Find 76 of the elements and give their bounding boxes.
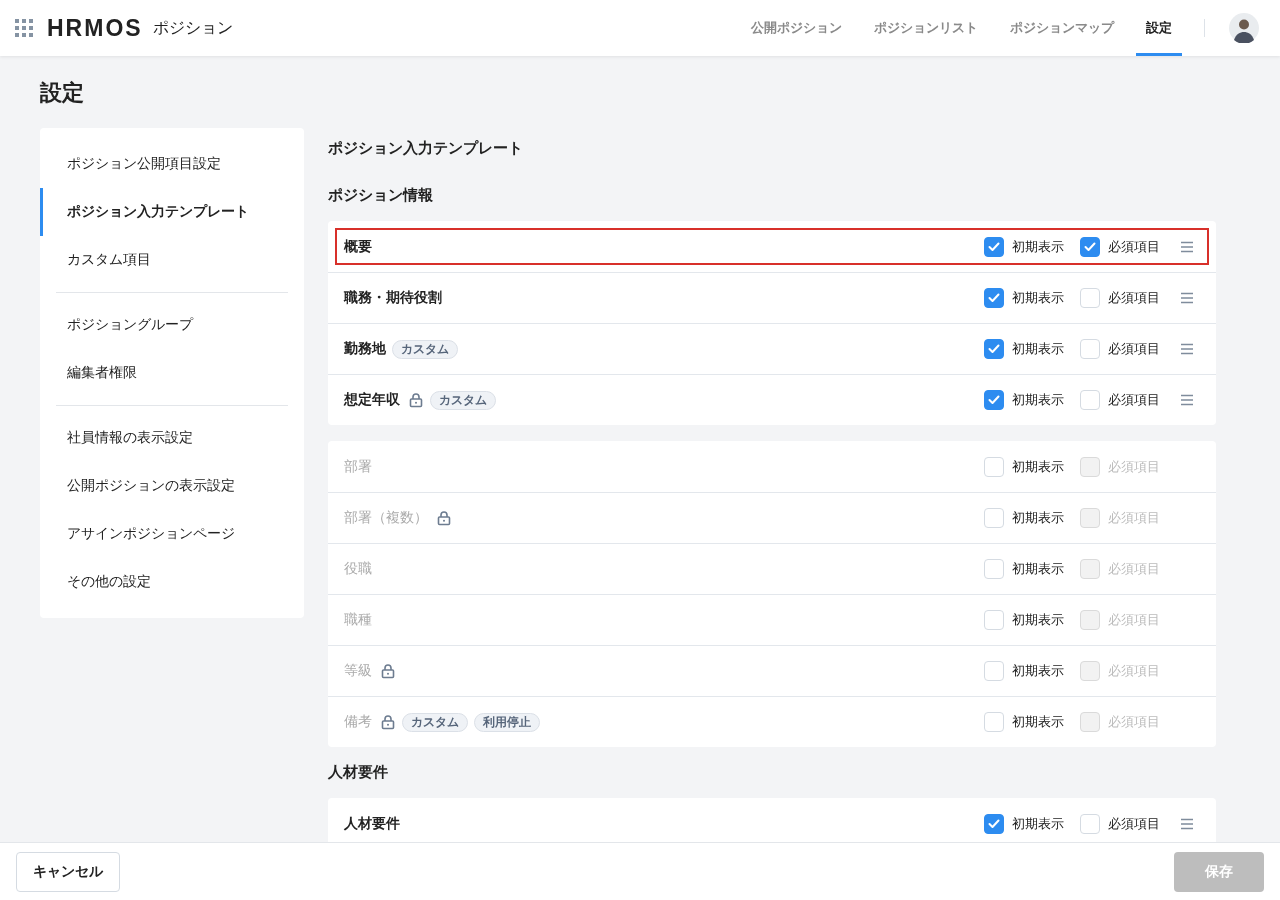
- sidebar-item[interactable]: アサインポジションページ: [40, 510, 304, 558]
- field-name: 役職: [344, 560, 372, 578]
- content-title: ポジション入力テンプレート: [328, 139, 524, 158]
- checkbox-label: 初期表示: [1012, 509, 1064, 527]
- check-icon: [988, 241, 1000, 252]
- checkbox-label: 初期表示: [1012, 713, 1064, 731]
- checkbox-label: 必須項目: [1108, 391, 1160, 409]
- drag-handle-icon[interactable]: [1180, 817, 1194, 830]
- tag: 利用停止: [474, 712, 540, 732]
- checkbox-label: 必須項目: [1108, 457, 1160, 476]
- checkbox-label: 必須項目: [1108, 662, 1160, 680]
- sidebar-item[interactable]: 編集者権限: [40, 349, 304, 397]
- checkbox-label: 必須項目: [1108, 560, 1160, 578]
- tag: カスタム: [402, 712, 468, 732]
- sidebar-item[interactable]: ポジション公開項目設定: [40, 140, 304, 188]
- field-name: 職種: [344, 611, 372, 629]
- field-name: 部署（複数）: [344, 509, 428, 527]
- field-name: 概要: [344, 237, 372, 256]
- nav-tab[interactable]: 公開ポジション: [741, 0, 852, 56]
- field-name: 人材要件: [344, 814, 400, 833]
- drag-handle-icon[interactable]: [1180, 292, 1194, 304]
- drag-handle-icon[interactable]: [1180, 240, 1194, 253]
- field-name: 職務・期待役割: [344, 289, 442, 307]
- check-icon: [1084, 241, 1096, 252]
- logo: HRMOS: [47, 14, 143, 42]
- checkbox-label: 初期表示: [1012, 391, 1064, 409]
- field-name: 部署: [344, 457, 372, 476]
- drag-handle-icon[interactable]: [1180, 394, 1194, 406]
- sidebar-item[interactable]: 公開ポジションの表示設定: [40, 462, 304, 510]
- sidebar-item[interactable]: 社員情報の表示設定: [40, 414, 304, 462]
- checkbox-label: 初期表示: [1012, 814, 1064, 833]
- cancel-button[interactable]: キャンセル: [16, 851, 120, 892]
- field-name: 等級: [344, 662, 372, 680]
- sidebar-item[interactable]: ポジショングループ: [40, 301, 304, 349]
- section-heading: ポジション情報: [328, 186, 434, 205]
- checkbox-label: 必須項目: [1108, 509, 1160, 527]
- checkbox-label: 初期表示: [1012, 662, 1064, 680]
- app-grid-icon[interactable]: [15, 19, 33, 37]
- tag: カスタム: [392, 339, 458, 359]
- checkbox-label: 初期表示: [1012, 457, 1064, 476]
- field-name: 勤務地: [344, 340, 386, 358]
- drag-handle-icon[interactable]: [1180, 343, 1194, 355]
- avatar[interactable]: [1229, 13, 1259, 43]
- checkbox-label: 初期表示: [1012, 560, 1064, 578]
- checkbox[interactable]: [984, 288, 1004, 308]
- page-title: 設定: [40, 79, 85, 107]
- product-name: ポジション: [152, 17, 233, 39]
- sidebar-item[interactable]: ポジション入力テンプレート: [40, 188, 304, 236]
- section-heading: 人材要件: [328, 763, 389, 782]
- nav-tab[interactable]: ポジションリスト: [864, 0, 988, 56]
- sidebar-item[interactable]: その他の設定: [40, 558, 304, 606]
- checkbox[interactable]: [984, 813, 1004, 834]
- checkbox-label: 初期表示: [1012, 237, 1064, 256]
- check-icon: [988, 818, 1000, 829]
- field-name: 想定年収: [344, 391, 400, 409]
- check-icon: [988, 395, 1000, 405]
- checkbox[interactable]: [984, 236, 1004, 257]
- nav-tab[interactable]: 設定: [1136, 0, 1182, 56]
- sidebar-item[interactable]: カスタム項目: [40, 236, 304, 284]
- checkbox-label: 必須項目: [1108, 611, 1160, 629]
- checkbox-label: 必須項目: [1108, 814, 1160, 833]
- check-icon: [988, 293, 1000, 303]
- checkbox-label: 必須項目: [1108, 340, 1160, 358]
- check-icon: [988, 344, 1000, 354]
- field-name: 備考: [344, 713, 372, 731]
- checkbox[interactable]: [984, 339, 1004, 359]
- checkbox-label: 初期表示: [1012, 289, 1064, 307]
- checkbox-label: 初期表示: [1012, 340, 1064, 358]
- tag: カスタム: [430, 390, 496, 410]
- checkbox[interactable]: [1080, 236, 1100, 257]
- checkbox-label: 必須項目: [1108, 237, 1160, 256]
- checkbox[interactable]: [984, 390, 1004, 410]
- checkbox-label: 初期表示: [1012, 611, 1064, 629]
- nav-tab[interactable]: ポジションマップ: [1000, 0, 1124, 56]
- checkbox-label: 必須項目: [1108, 713, 1160, 731]
- checkbox-label: 必須項目: [1108, 289, 1160, 307]
